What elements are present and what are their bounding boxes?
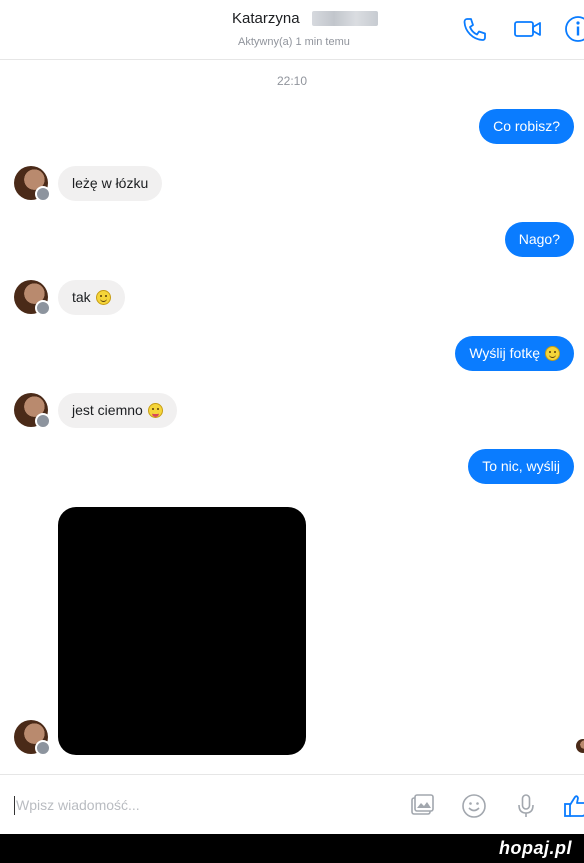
messenger-badge-icon (35, 413, 51, 429)
messenger-badge-icon (35, 186, 51, 202)
avatar[interactable] (14, 280, 51, 316)
read-receipt-avatar (576, 739, 584, 753)
avatar[interactable] (14, 393, 51, 429)
messenger-badge-icon (35, 740, 51, 756)
message-text: Co robisz? (493, 118, 560, 134)
chat-header: Katarzyna Aktywny(a) 1 min temu (0, 0, 584, 60)
tongue-emoji-icon (147, 403, 163, 418)
incoming-message[interactable]: jest ciemno (58, 393, 177, 428)
photo-message[interactable] (58, 507, 306, 755)
messenger-badge-icon (35, 300, 51, 316)
emoji-icon[interactable] (460, 792, 488, 820)
avatar[interactable] (14, 166, 51, 202)
info-icon[interactable] (562, 14, 584, 44)
message-input[interactable] (16, 793, 376, 817)
contact-name[interactable]: Katarzyna (232, 10, 300, 27)
active-status: Aktywny(a) 1 min temu (238, 36, 350, 48)
incoming-message[interactable]: tak (58, 280, 125, 315)
message-text: To nic, wyślij (482, 458, 560, 474)
message-text: Nago? (518, 231, 560, 247)
phone-icon[interactable] (458, 14, 490, 44)
message-text: Wyślij fotkę (469, 345, 540, 361)
outgoing-message[interactable]: Nago? (504, 222, 574, 257)
message-text: jest ciemno (72, 402, 143, 418)
smile-emoji-icon (95, 290, 111, 305)
image-icon[interactable] (408, 792, 436, 820)
like-icon[interactable] (562, 792, 584, 820)
outgoing-message[interactable]: Wyślij fotkę (455, 336, 574, 371)
message-composer (0, 774, 584, 835)
video-icon[interactable] (512, 14, 544, 44)
incoming-message[interactable]: leżę w łózku (58, 166, 163, 201)
watermark-bar: hopaj.pl (0, 834, 584, 863)
outgoing-message[interactable]: To nic, wyślij (468, 449, 574, 484)
message-text: leżę w łózku (72, 175, 149, 191)
avatar[interactable] (14, 720, 51, 756)
text-cursor (14, 796, 15, 815)
message-text: tak (72, 289, 91, 305)
message-timestamp: 22:10 (276, 74, 308, 88)
blurred-surname (312, 11, 378, 26)
microphone-icon[interactable] (512, 792, 540, 820)
outgoing-message[interactable]: Co robisz? (479, 109, 574, 144)
watermark-logo: hopaj.pl (499, 838, 572, 858)
smile-emoji-icon (545, 346, 560, 361)
